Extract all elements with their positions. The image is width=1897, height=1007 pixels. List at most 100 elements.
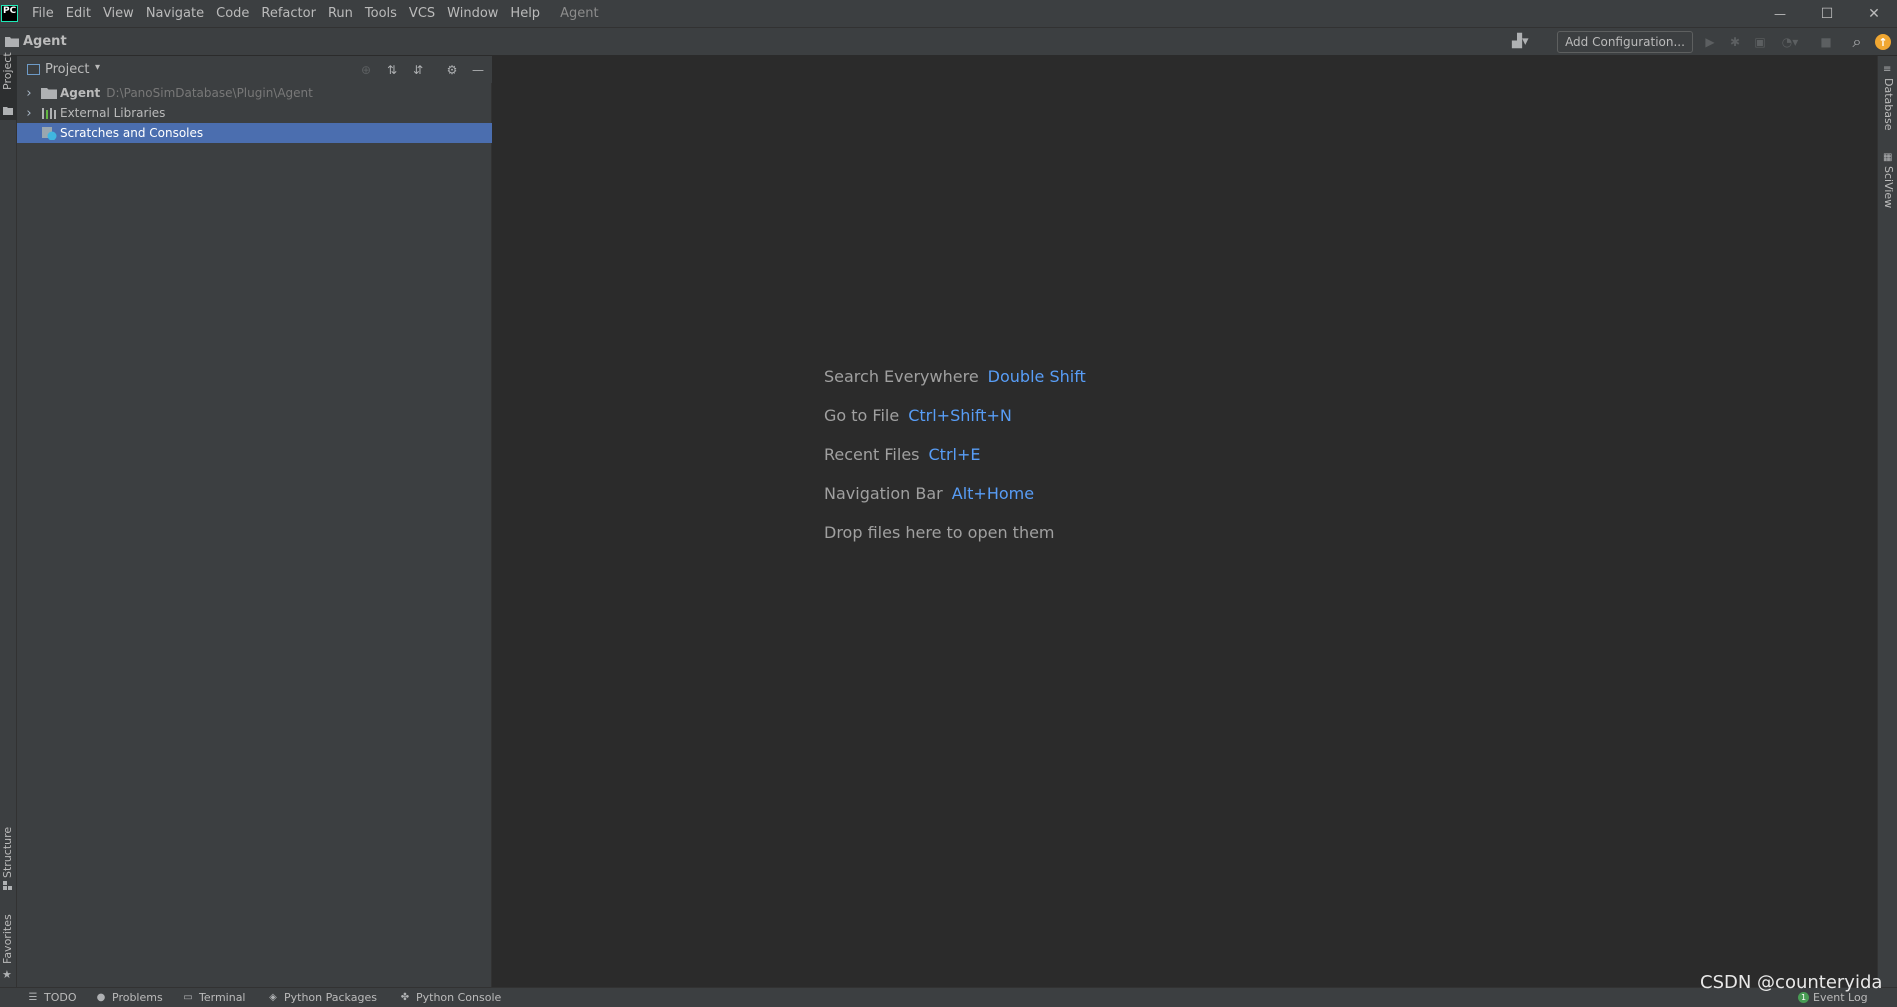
tree-item-scratches-and-consoles[interactable]: Scratches and Consoles — [17, 123, 492, 143]
tree-item-label: Scratches and Consoles — [60, 126, 204, 140]
tool-tab-label: Python Packages — [284, 991, 377, 1004]
tool-tab-problems[interactable]: ● Problems — [95, 991, 163, 1004]
tool-tab-sciview[interactable]: ▦ SciView — [1878, 152, 1897, 216]
hint-label: Recent Files — [824, 445, 920, 464]
tree-item-label: External Libraries — [60, 106, 166, 120]
search-icon[interactable]: ⌕ — [1849, 32, 1865, 51]
menu-view[interactable]: View — [97, 0, 140, 27]
hint-drop-files: Drop files here to open them — [824, 523, 1055, 542]
debug-icon[interactable]: ✱ — [1727, 34, 1743, 50]
tool-tab-python-packages[interactable]: ◈ Python Packages — [267, 991, 377, 1004]
problems-icon: ● — [96, 992, 106, 1003]
stop-icon[interactable]: ■ — [1818, 34, 1834, 50]
tree-item-external-libraries[interactable]: › External Libraries — [17, 103, 492, 123]
coverage-icon[interactable]: ▣ — [1752, 34, 1768, 50]
library-icon — [42, 108, 56, 119]
tool-tab-label: Problems — [112, 991, 163, 1004]
hint-go-to-file: Go to File Ctrl+Shift+N — [824, 406, 1012, 425]
tool-tab-database[interactable]: ≡ Database — [1878, 64, 1897, 134]
hint-recent-files: Recent Files Ctrl+E — [824, 445, 980, 464]
hint-navigation-bar: Navigation Bar Alt+Home — [824, 484, 1034, 503]
project-name: Agent — [60, 86, 101, 100]
event-log-badge: 1 — [1798, 992, 1809, 1003]
hint-shortcut: Alt+Home — [951, 484, 1035, 503]
scratches-icon — [42, 127, 57, 140]
tool-tab-structure-label: Structure — [1, 826, 14, 878]
hint-search-everywhere: Search Everywhere Double Shift — [824, 367, 1086, 386]
sciview-icon: ▦ — [1883, 152, 1893, 163]
locate-icon[interactable]: ⊕ — [357, 61, 375, 79]
menu-refactor[interactable]: Refactor — [255, 0, 322, 27]
editor-area[interactable]: Search Everywhere Double Shift Go to File… — [493, 56, 1877, 987]
tool-tab-python-console[interactable]: ✤ Python Console — [399, 991, 502, 1004]
menu-help[interactable]: Help — [504, 0, 546, 27]
hint-label: Search Everywhere — [824, 367, 979, 386]
tool-tab-sciview-label: SciView — [1882, 166, 1895, 209]
tree-item-agent[interactable]: › Agent D:\PanoSimDatabase\Plugin\Agent — [17, 83, 492, 103]
bottom-tool-bar: ☰ TODO ● Problems ▭ Terminal ◈ Python Packag… — [0, 987, 1897, 1007]
menu-tools[interactable]: Tools — [359, 0, 403, 27]
folder-icon — [5, 37, 19, 47]
hint-shortcut: Double Shift — [987, 367, 1086, 386]
tool-tab-structure[interactable]: Structure — [0, 822, 17, 892]
folder-icon — [41, 88, 57, 99]
title-bar: PC File Edit View Navigate Code Refactor… — [0, 0, 1897, 27]
run-icon[interactable]: ▶ — [1702, 34, 1718, 50]
hint-label: Go to File — [824, 406, 900, 425]
maximize-icon: ☐ — [1820, 5, 1834, 22]
menu-navigate[interactable]: Navigate — [140, 0, 210, 27]
tool-tab-label: Python Console — [416, 991, 502, 1004]
project-view-icon — [27, 64, 40, 75]
close-button[interactable]: ✕ — [1851, 0, 1897, 27]
window-title: Agent — [560, 6, 599, 21]
gear-icon[interactable]: ⚙ — [443, 61, 461, 79]
navigation-bar: Agent ▟▾ Add Configuration... ▶ ✱ ▣ ◔▾ ■… — [0, 27, 1897, 56]
collapse-all-icon[interactable]: ⇵ — [409, 61, 427, 79]
hint-label: Drop files here to open them — [824, 523, 1055, 542]
user-icon[interactable]: ▟▾ — [1512, 34, 1540, 52]
hide-panel-icon[interactable]: — — [469, 61, 487, 79]
python-console-icon: ✤ — [400, 992, 410, 1003]
tool-tab-database-label: Database — [1882, 78, 1895, 131]
star-icon: ★ — [2, 968, 12, 981]
database-icon: ≡ — [1883, 64, 1892, 75]
tree-item-label: Agent D:\PanoSimDatabase\Plugin\Agent — [60, 86, 313, 100]
tool-tab-todo[interactable]: ☰ TODO — [27, 991, 77, 1004]
minimize-icon: — — [1774, 6, 1786, 21]
tool-tab-label: Terminal — [199, 991, 246, 1004]
menu-window[interactable]: Window — [441, 0, 504, 27]
chevron-right-icon[interactable]: › — [24, 86, 34, 101]
update-icon[interactable]: ↑ — [1875, 34, 1891, 50]
menu-edit[interactable]: Edit — [60, 0, 97, 27]
chevron-right-icon[interactable]: › — [24, 106, 34, 121]
left-tool-strip: Project Structure Favorites ★ — [0, 52, 17, 987]
right-tool-strip: ≡ Database ▦ SciView — [1877, 56, 1897, 987]
project-view-selector[interactable]: Project — [45, 62, 89, 77]
project-path: D:\PanoSimDatabase\Plugin\Agent — [106, 86, 313, 100]
pycharm-logo-icon: PC — [1, 5, 18, 22]
profile-icon[interactable]: ◔▾ — [1775, 34, 1805, 50]
menu-file[interactable]: File — [26, 0, 60, 27]
menu-vcs[interactable]: VCS — [403, 0, 441, 27]
project-panel-header: Project ▾ ⊕ ⇅ ⇵ ⚙ — — [17, 56, 492, 83]
folder-icon — [3, 107, 13, 115]
expand-all-icon[interactable]: ⇅ — [383, 61, 401, 79]
hint-shortcut: Ctrl+Shift+N — [908, 406, 1012, 425]
chevron-down-icon[interactable]: ▾ — [95, 62, 100, 73]
tool-tab-project[interactable]: Project — [0, 52, 17, 120]
menu-run[interactable]: Run — [322, 0, 359, 27]
minimize-button[interactable]: — — [1757, 0, 1803, 27]
terminal-icon: ▭ — [183, 992, 193, 1003]
maximize-button[interactable]: ☐ — [1804, 0, 1850, 27]
tool-tab-favorites[interactable]: Favorites ★ — [0, 906, 17, 986]
hint-label: Navigation Bar — [824, 484, 943, 503]
tool-tab-favorites-label: Favorites — [1, 914, 14, 964]
tool-tab-label: TODO — [44, 991, 77, 1004]
project-panel: Project ▾ ⊕ ⇅ ⇵ ⚙ — › Agent D:\PanoSimDat… — [17, 56, 492, 987]
tool-tab-terminal[interactable]: ▭ Terminal — [182, 991, 246, 1004]
close-icon: ✕ — [1868, 5, 1880, 22]
hint-shortcut: Ctrl+E — [928, 445, 981, 464]
breadcrumb[interactable]: Agent — [23, 34, 67, 49]
menu-code[interactable]: Code — [210, 0, 255, 27]
add-configuration-button[interactable]: Add Configuration... — [1557, 31, 1693, 53]
